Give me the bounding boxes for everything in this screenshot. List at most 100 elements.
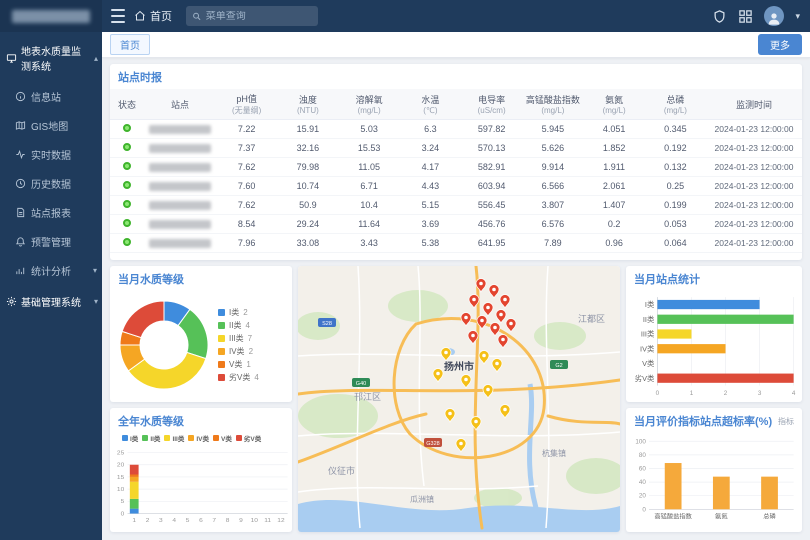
value-cell: 7.62 [216, 158, 277, 177]
sidebar-group-label: 地表水质量监测系统 [21, 43, 90, 73]
value-cell: 0.25 [645, 177, 706, 196]
table-row[interactable]: 7.9633.083.435.38641.957.890.960.0642024… [110, 234, 802, 253]
value-cell: 32.16 [277, 139, 338, 158]
svg-text:3: 3 [758, 390, 762, 397]
sidebar-item-alert-management[interactable]: 预警管理 [0, 227, 102, 256]
sidebar-item-statistics[interactable]: 统计分析 ▾ [0, 256, 102, 285]
sidebar-item-history-data[interactable]: 历史数据 [0, 169, 102, 198]
menu-toggle-icon[interactable] [102, 0, 134, 32]
status-dot-green [123, 143, 131, 151]
sidebar-item-realtime-data[interactable]: 实时数据 [0, 140, 102, 169]
map-label-district: 江都区 [578, 314, 605, 324]
chevron-up-icon: ▴ [94, 54, 98, 63]
svg-text:40: 40 [639, 479, 647, 486]
chevron-down-icon[interactable]: ▾ [795, 11, 800, 22]
legend-item[interactable]: IV类2 [218, 346, 259, 357]
svg-text:总磷: 总磷 [763, 513, 776, 521]
time-cell: 2024-01-23 12:00:00 [706, 177, 802, 196]
sidebar-group-base-management[interactable]: 基础管理系统 ▾ [0, 285, 102, 318]
legend-item[interactable]: I类2 [218, 307, 259, 318]
status-dot-green [123, 162, 131, 170]
value-cell: 5.945 [522, 120, 583, 139]
map-label-city: 扬州市 [444, 360, 474, 373]
info-icon [15, 91, 26, 102]
table-row[interactable]: 7.2215.915.036.3597.825.9454.0510.345202… [110, 120, 802, 139]
search-input[interactable] [206, 11, 312, 22]
value-cell: 7.22 [216, 120, 277, 139]
apps-grid-icon[interactable] [738, 9, 753, 24]
value-cell: 3.807 [522, 196, 583, 215]
sidebar-item-station-report[interactable]: 站点报表 [0, 198, 102, 227]
legend-item[interactable]: V类 [213, 433, 232, 443]
value-cell: 0.2 [584, 215, 645, 234]
svg-text:IV类: IV类 [640, 344, 654, 353]
value-cell: 0.064 [645, 234, 706, 253]
tab-home[interactable]: 首页 [110, 34, 150, 55]
year-grade-stacked-chart: 0510152025123456789101112 [110, 447, 292, 532]
svg-text:4: 4 [172, 517, 176, 523]
city-map[interactable]: S28 G40 G2 G328 扬州市 江都区 仪征市 邗江区 杭集镇 瓜洲镇 [298, 266, 620, 532]
svg-text:G40: G40 [356, 381, 366, 387]
station-report-table: 状态站点pH值(无量纲)浊度(NTU)溶解氧(mg/L)水温(℃)电导率(uS/… [110, 89, 802, 253]
value-cell: 11.64 [339, 215, 400, 234]
avatar[interactable] [764, 6, 784, 26]
menu-search[interactable] [186, 6, 318, 26]
month-exceed-rate-chart: 020406080100高锰酸盐指数氨氮总磷 [626, 433, 802, 532]
legend-item[interactable]: 劣V类4 [218, 372, 259, 383]
stack-legend: I类 II类 III类 IV类 V类劣V类 [118, 433, 261, 443]
month-station-stats-chart: 01234I类II类III类IV类V类劣V类 [626, 291, 802, 402]
value-cell: 50.9 [277, 196, 338, 215]
time-cell: 2024-01-23 12:00:00 [706, 158, 802, 177]
sidebar-group-system[interactable]: 地表水质量监测系统 ▴ [0, 34, 102, 82]
legend-item[interactable]: II类 [142, 433, 160, 443]
table-row[interactable]: 8.5429.2411.643.69456.766.5760.20.053202… [110, 215, 802, 234]
sidebar-item-label: 站点报表 [31, 205, 71, 220]
legend-item[interactable]: II类4 [218, 320, 259, 331]
svg-text:8: 8 [226, 517, 230, 523]
shield-icon[interactable] [712, 9, 727, 24]
column-header: 浊度(NTU) [277, 89, 338, 120]
value-cell: 7.60 [216, 177, 277, 196]
value-cell: 1.911 [584, 158, 645, 177]
station-report-panel: 站点时报 状态站点pH值(无量纲)浊度(NTU)溶解氧(mg/L)水温(℃)电导… [110, 64, 802, 260]
month-exceed-rate-panel: 当月评价指标站点超标率(%) 指标 020406080100高锰酸盐指数氨氮总磷 [626, 408, 802, 532]
legend-item[interactable]: III类7 [218, 333, 259, 344]
status-dot-green [123, 238, 131, 246]
svg-text:15: 15 [117, 474, 125, 480]
table-row[interactable]: 7.6279.9811.054.17582.919.9141.9110.1322… [110, 158, 802, 177]
sidebar-item-label: 统计分析 [31, 263, 71, 278]
breadcrumb[interactable]: 首页 [134, 8, 172, 24]
value-cell: 603.94 [461, 177, 522, 196]
more-button[interactable]: 更多 [758, 34, 802, 55]
alert-bell-icon [15, 236, 26, 247]
sidebar: 地表水质量监测系统 ▴ 信息站 GIS地图 实时数据 历史数据 站点报表 预警管… [0, 32, 102, 540]
svg-text:4: 4 [792, 390, 796, 397]
time-cell: 2024-01-23 12:00:00 [706, 196, 802, 215]
sidebar-item-label: GIS地图 [31, 118, 68, 133]
legend-item[interactable]: 劣V类 [236, 433, 261, 443]
svg-text:3: 3 [159, 517, 163, 523]
breadcrumb-home-label: 首页 [150, 8, 172, 24]
time-cell: 2024-01-23 12:00:00 [706, 234, 802, 253]
legend-item[interactable]: III类 [164, 433, 184, 443]
topbar-actions: ▾ [712, 6, 800, 26]
table-row[interactable]: 7.6010.746.714.43603.946.5662.0610.25202… [110, 177, 802, 196]
table-row[interactable]: 7.3732.1615.533.24570.135.6261.8520.1922… [110, 139, 802, 158]
value-cell: 582.91 [461, 158, 522, 177]
sidebar-item-info-station[interactable]: 信息站 [0, 82, 102, 111]
value-cell: 0.199 [645, 196, 706, 215]
home-icon [134, 10, 146, 22]
status-dot-green [123, 181, 131, 189]
table-row[interactable]: 7.6250.910.45.15556.453.8071.4070.199202… [110, 196, 802, 215]
svg-text:氨氮: 氨氮 [715, 513, 728, 521]
svg-text:60: 60 [639, 466, 647, 473]
sidebar-item-gis-map[interactable]: GIS地图 [0, 111, 102, 140]
main-area: 首页 更多 站点时报 状态站点pH值(无量纲)浊度(NTU)溶解氧(mg/L)水… [102, 32, 810, 540]
legend-item[interactable]: V类1 [218, 359, 259, 370]
svg-text:劣V类: 劣V类 [635, 374, 655, 383]
sidebar-item-label: 信息站 [31, 89, 61, 104]
value-cell: 6.576 [522, 215, 583, 234]
legend-item[interactable]: IV类 [188, 433, 209, 443]
legend-item[interactable]: I类 [122, 433, 138, 443]
value-cell: 7.37 [216, 139, 277, 158]
